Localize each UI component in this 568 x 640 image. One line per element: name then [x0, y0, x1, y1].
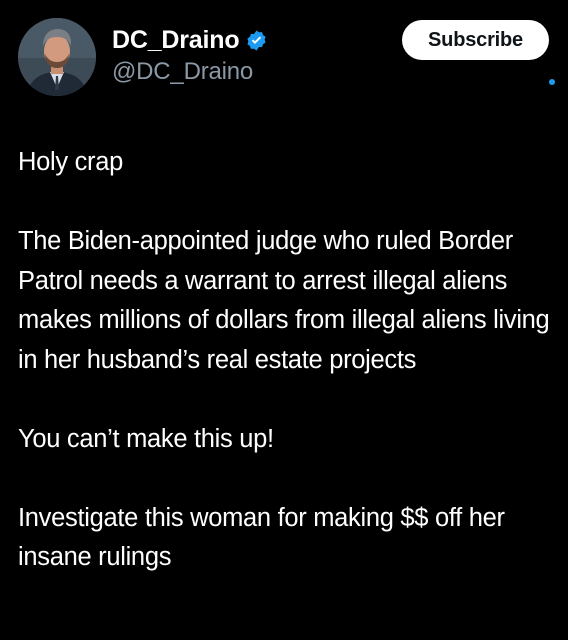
subscribe-button[interactable]: Subscribe — [402, 20, 549, 60]
author-info: DC_Draino @DC_Draino — [112, 24, 268, 86]
tweet-paragraph: You can’t make this up! — [18, 424, 274, 453]
verified-badge-icon[interactable] — [245, 29, 268, 52]
tweet-card: DC_Draino @DC_Draino Subscribe Holy crap… — [0, 0, 568, 640]
tweet-paragraph: Investigate this woman for making $$ off… — [18, 503, 505, 572]
handle[interactable]: @DC_Draino — [112, 58, 268, 86]
tweet-paragraph: The Biden-appointed judge who ruled Bord… — [18, 227, 550, 374]
display-name[interactable]: DC_Draino — [112, 26, 240, 55]
indicator-dot-icon — [549, 79, 555, 85]
author-name-row: DC_Draino — [112, 24, 268, 56]
avatar-photo-icon — [18, 18, 96, 96]
tweet-text: Holy crap The Biden-appointed judge who … — [18, 143, 558, 578]
tweet-paragraph: Holy crap — [18, 148, 124, 176]
avatar[interactable] — [18, 18, 96, 96]
